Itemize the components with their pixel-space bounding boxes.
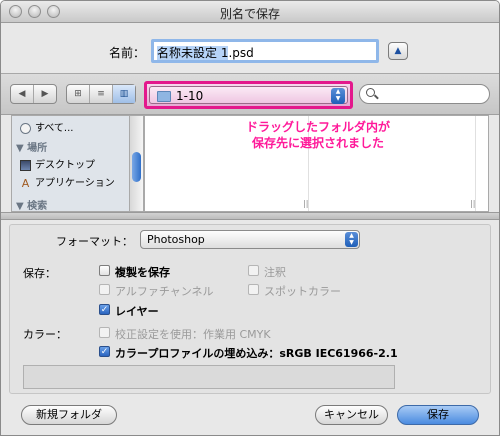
file-name-extension: .psd [228, 46, 254, 60]
sidebar-header-label: 検索 [27, 201, 48, 212]
expand-dialog-button[interactable]: ▲ [388, 42, 408, 60]
save-options-label: 保存： [23, 267, 56, 280]
search-icon [366, 88, 375, 97]
spot-colors-checkbox[interactable] [248, 284, 259, 295]
sidebar-item-label: アプリケーション [35, 178, 115, 189]
disclosure-triangle-icon: ▼ [16, 143, 28, 154]
notes-label: 注釈 [264, 266, 286, 279]
sidebar-item-desktop[interactable]: デスクトップ [20, 156, 95, 171]
back-button[interactable]: ◀ [11, 85, 34, 103]
window-title: 別名で保存 [219, 7, 280, 21]
annotation-line-2: 保存先に選択されました [251, 136, 384, 150]
save-copy-label[interactable]: 複製を保存 [115, 264, 170, 280]
alpha-channels-label: アルファチャンネル [115, 285, 214, 298]
layers-label[interactable]: レイヤー [115, 303, 159, 319]
icon-view-button[interactable]: ⊞ [67, 85, 90, 103]
pane-splitter[interactable] [1, 212, 499, 220]
color-options-label: カラー： [23, 328, 67, 341]
forward-button[interactable]: ▶ [34, 85, 56, 103]
column-resize-handle[interactable]: || [470, 199, 475, 208]
clock-icon [20, 122, 31, 134]
warning-message-area [23, 365, 395, 389]
annotation-line-1: ドラッグしたフォルダ内が [245, 120, 390, 134]
disclosure-triangle-icon: ▼ [16, 201, 28, 212]
sidebar-header-label: 場所 [27, 143, 48, 154]
location-popup[interactable]: 1-10 ▲ ▼ [144, 81, 353, 109]
name-label: 名前： [109, 46, 146, 60]
embed-color-profile-label[interactable]: カラープロファイルの埋め込み：sRGB IEC61966-2.1 [115, 345, 398, 361]
location-popup-body: 1-10 ▲ ▼ [149, 86, 348, 104]
column-divider [475, 116, 476, 211]
popup-arrows-icon: ▲ ▼ [345, 232, 358, 247]
format-label: フォーマット： [56, 235, 133, 248]
notes-checkbox[interactable] [248, 265, 259, 276]
desktop-icon [20, 159, 31, 171]
save-button[interactable]: 保存 [397, 405, 479, 425]
chevron-up-icon: ▲ [394, 46, 402, 56]
format-value: Photoshop [147, 233, 205, 246]
list-view-button[interactable]: ≡ [90, 85, 113, 103]
sidebar-item-all[interactable]: すべて... [20, 119, 73, 134]
save-as-dialog: 別名で保存 名前： 名称未設定 1.psd ▲ ◀ ▶ ⊞ ≡ ▥ 1-10 ▲… [0, 0, 500, 436]
folder-icon [157, 91, 171, 102]
applications-icon: A [21, 176, 30, 190]
spot-colors-label: スポットカラー [264, 285, 341, 298]
sidebar: すべて... ▼ 場所 デスクトップ A アプリケーション ▼ 検索 [11, 115, 130, 212]
sidebar-scrollbar[interactable] [130, 115, 144, 212]
alpha-channels-checkbox[interactable] [99, 284, 110, 295]
file-name-selection: 名称未設定 1 [157, 46, 229, 60]
annotation-callout: ドラッグしたフォルダ内が 保存先に選択されました [218, 119, 418, 151]
current-folder-name: 1-10 [176, 89, 204, 103]
sidebar-item-label: デスクトップ [35, 160, 95, 171]
back-forward-control: ◀ ▶ [10, 84, 57, 104]
save-copy-checkbox[interactable] [99, 265, 110, 276]
file-name-input[interactable]: 名称未設定 1.psd [151, 39, 379, 63]
sidebar-scroll-thumb[interactable] [132, 152, 141, 182]
column-view-button[interactable]: ▥ [113, 85, 135, 103]
use-proof-setup-label: 校正設定を使用：作業用 CMYK [115, 328, 271, 341]
format-popup[interactable]: Photoshop ▲ ▼ [140, 230, 360, 249]
sidebar-item-label: すべて... [35, 123, 74, 134]
layers-checkbox[interactable]: ✓ [99, 304, 110, 315]
new-folder-button[interactable]: 新規フォルダ [21, 405, 117, 425]
view-mode-control: ⊞ ≡ ▥ [66, 84, 136, 104]
sidebar-item-applications[interactable]: A アプリケーション [20, 174, 115, 190]
title-bar: 別名で保存 [1, 1, 499, 23]
use-proof-setup-checkbox[interactable] [99, 327, 110, 338]
embed-color-profile-checkbox[interactable]: ✓ [99, 346, 110, 357]
sidebar-header-places[interactable]: ▼ 場所 [16, 139, 47, 154]
sidebar-header-search[interactable]: ▼ 検索 [16, 197, 48, 212]
column-resize-handle[interactable]: || [303, 199, 308, 208]
cancel-button[interactable]: キャンセル [315, 405, 388, 425]
search-input[interactable] [359, 84, 490, 104]
popup-arrows-icon: ▲ ▼ [331, 88, 345, 104]
